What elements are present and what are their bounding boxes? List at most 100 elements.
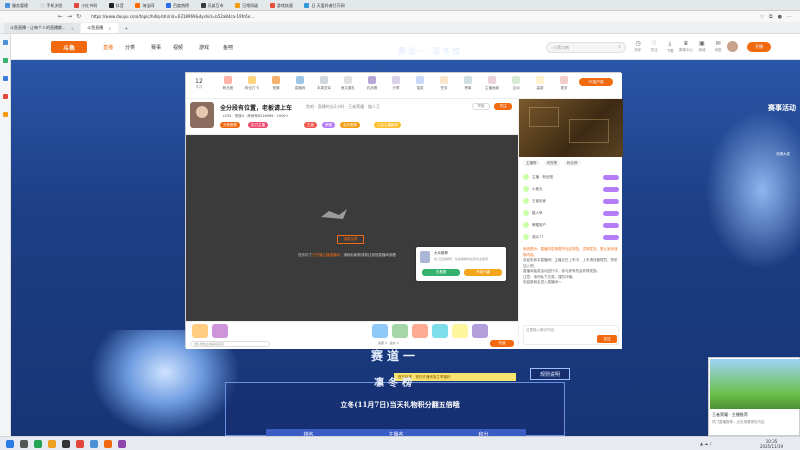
- gift-item[interactable]: 抽奖: [412, 76, 428, 91]
- taskbar-app-icon[interactable]: [62, 440, 70, 448]
- send-button[interactable]: 发送: [597, 335, 617, 343]
- sidebar-app-icon[interactable]: [3, 112, 8, 117]
- gift-item[interactable]: 更多: [556, 76, 572, 91]
- rank-row[interactable]: 王者玩家: [523, 197, 619, 205]
- floating-live-promo[interactable]: 王者荣耀 · 主播推荐 热门直播推荐，点击观看精彩内容: [708, 357, 800, 436]
- profile-icon[interactable]: ●: [778, 14, 782, 20]
- nav-video[interactable]: 视频: [173, 44, 183, 51]
- gift-slot[interactable]: [412, 324, 428, 338]
- bookmark-item[interactable]: 百度热榜: [161, 0, 194, 10]
- side-event-tag[interactable]: 赛事活动: [766, 104, 798, 126]
- anchor-badge[interactable]: 公会主播推荐: [374, 122, 401, 128]
- gift-item[interactable]: 榜单: [460, 76, 476, 91]
- gift-slot[interactable]: [452, 324, 468, 338]
- bookmark-item[interactable]: 小红书科: [69, 0, 102, 10]
- sidebar-app-icon[interactable]: [3, 76, 8, 81]
- gift-search-input[interactable]: 送礼物给主播赢取道具: [190, 341, 270, 347]
- gift-item[interactable]: 高能: [532, 76, 548, 91]
- gift-item[interactable]: 鱼丸赠礼: [340, 76, 356, 91]
- start-icon[interactable]: [6, 440, 14, 448]
- bookmark-item[interactable]: 淘宝网: [130, 0, 159, 10]
- history-icon[interactable]: ◷ 历史: [631, 40, 645, 53]
- close-icon[interactable]: ×: [71, 26, 74, 31]
- gift-item[interactable]: 粉丝团: [220, 76, 236, 91]
- message-icon[interactable]: ✉ 消息: [711, 40, 725, 53]
- search-icon[interactable]: ⌕: [618, 44, 621, 50]
- rank-row[interactable]: 荣耀用户: [523, 221, 619, 229]
- rank-row[interactable]: 小鱼丸: [523, 185, 619, 193]
- rank-row[interactable]: 主播 · 粉丝团: [523, 173, 619, 181]
- follow-button[interactable]: 关注: [494, 103, 512, 110]
- douyu-logo[interactable]: 斗鱼: [51, 41, 87, 53]
- star-icon[interactable]: ☆: [760, 14, 764, 20]
- gift-slot[interactable]: [192, 324, 208, 338]
- system-tray[interactable]: ▲ ☁ ♪: [700, 441, 712, 446]
- taskbar-app-icon[interactable]: [76, 440, 84, 448]
- nav-events[interactable]: 赛事: [151, 44, 161, 51]
- anchor-badge[interactable]: 头条推荐: [220, 122, 240, 128]
- extension-icon[interactable]: ⧉: [769, 14, 773, 20]
- bookmark-item[interactable]: 抖音: [104, 0, 129, 10]
- promo-video-thumb[interactable]: [710, 359, 800, 409]
- gift-item[interactable]: 竞猜: [268, 76, 284, 91]
- mini-game-preview[interactable]: [519, 99, 623, 157]
- taskbar-app-icon[interactable]: [48, 440, 56, 448]
- browser-tab-active[interactable]: 斗鱼直播 ×: [81, 23, 118, 33]
- bookmark-item[interactable]: 日 天爱好者打开网: [299, 0, 349, 10]
- shop-icon[interactable]: ▣ 商城: [695, 40, 709, 53]
- taskbar-app-icon[interactable]: [104, 440, 112, 448]
- gift-item[interactable]: 直播间: [292, 76, 308, 91]
- anchor-badge[interactable]: 实力主播: [248, 122, 268, 128]
- gift-slot[interactable]: [432, 324, 448, 338]
- search-icon[interactable]: [20, 440, 28, 448]
- nav-category[interactable]: 分类: [125, 44, 135, 51]
- tab-fans-rank[interactable]: 粉丝榜: [564, 160, 581, 166]
- taskbar-app-icon[interactable]: [90, 440, 98, 448]
- menu-icon[interactable]: ⋯: [787, 14, 792, 20]
- bookmark-item[interactable]: 兄弟互市: [196, 0, 229, 10]
- taskbar-app-icon[interactable]: [118, 440, 126, 448]
- gift-slot[interactable]: [212, 324, 228, 338]
- gift-item[interactable]: 粉丝打卡: [244, 76, 260, 91]
- trophy-icon[interactable]: ♛ 赛事中心: [679, 40, 693, 53]
- gift-slot[interactable]: [372, 324, 388, 338]
- tab-anchor-rank[interactable]: 主播榜: [523, 160, 540, 166]
- bookmark-item[interactable]: 日常同级: [230, 0, 263, 10]
- popup-dismiss-button[interactable]: 不感兴趣: [464, 269, 502, 276]
- close-icon[interactable]: ×: [108, 26, 111, 31]
- bookmark-item[interactable]: 手机浏览: [35, 0, 68, 10]
- gift-item[interactable]: 互动: [508, 76, 524, 91]
- taskbar-app-icon[interactable]: [34, 440, 42, 448]
- user-avatar[interactable]: [727, 41, 738, 52]
- reload-button[interactable]: 重新加载: [337, 235, 364, 244]
- back-icon[interactable]: ←: [58, 13, 63, 20]
- browser-tab[interactable]: 斗鱼直播 - 让每个人的直播都... ×: [4, 23, 81, 33]
- heart-icon[interactable]: ♡ 关注: [647, 40, 661, 53]
- refresh-icon[interactable]: ↻: [76, 13, 81, 20]
- sidebar-app-icon[interactable]: [3, 94, 8, 99]
- recharge-button[interactable]: 充值: [490, 340, 514, 347]
- download-icon[interactable]: ⤓ 下载: [663, 40, 677, 54]
- new-tab-button[interactable]: +: [119, 23, 134, 33]
- rules-button[interactable]: 规则说明: [530, 368, 570, 380]
- report-button[interactable]: 举报: [472, 103, 490, 110]
- pc-client-button[interactable]: PC客户端: [579, 78, 613, 86]
- search-input[interactable]: 小黑刀刺 ⌕: [546, 42, 626, 53]
- sidebar-app-icon[interactable]: [3, 58, 8, 63]
- bookmark-item[interactable]: 服务管理: [0, 0, 33, 10]
- rank-row[interactable]: 路人甲: [523, 209, 619, 217]
- anchor-badge[interactable]: 王者: [304, 122, 317, 128]
- gift-item[interactable]: 约战赛: [364, 76, 380, 91]
- bookmark-item[interactable]: 游戏快速: [265, 0, 298, 10]
- rank-row[interactable]: 观众77: [523, 233, 619, 241]
- anchor-badge[interactable]: 会长推荐: [340, 122, 360, 128]
- open-live-button[interactable]: 开播: [747, 42, 771, 52]
- gift-slot[interactable]: [472, 324, 488, 338]
- gift-slot[interactable]: [392, 324, 408, 338]
- nav-live[interactable]: 直播: [103, 44, 113, 51]
- gift-item[interactable]: 分享: [388, 76, 404, 91]
- anchor-badge[interactable]: 荣耀: [322, 122, 335, 128]
- video-message-link[interactable]: 已开播主播直播间: [312, 253, 340, 257]
- gift-item[interactable]: 主播贡献: [484, 76, 500, 91]
- popup-confirm-button[interactable]: 去看看: [422, 269, 460, 276]
